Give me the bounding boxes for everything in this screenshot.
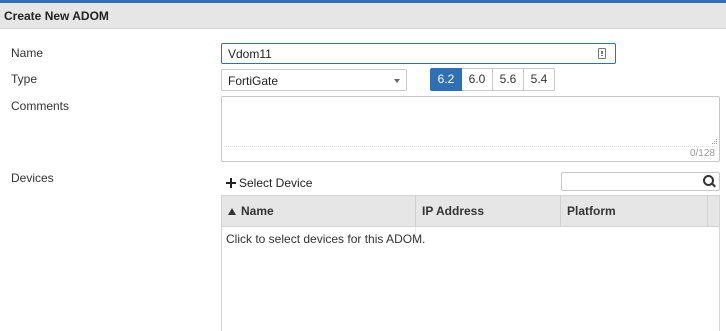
comments-divider <box>224 146 717 147</box>
device-search-input[interactable] <box>561 172 720 191</box>
chevron-down-icon[interactable] <box>394 79 400 83</box>
version-toggle-group: 6.2 6.0 5.6 5.4 <box>430 68 555 91</box>
resize-grip-icon[interactable] <box>711 138 717 144</box>
devices-label: Devices <box>11 171 54 185</box>
column-header-ip-address[interactable]: IP Address <box>416 196 561 226</box>
comments-textarea[interactable]: 0/128 <box>221 96 720 162</box>
type-label: Type <box>11 72 38 86</box>
name-label: Name <box>11 46 44 60</box>
column-header-platform[interactable]: Platform <box>561 196 708 226</box>
name-input-value[interactable]: Vdom11 <box>228 47 272 61</box>
keyboard-icon[interactable] <box>598 48 606 59</box>
devices-table: Name IP Address Platform Click to select… <box>221 195 720 331</box>
dialog-title: Create New ADOM <box>4 9 109 23</box>
select-device-label[interactable]: Select Device <box>239 176 312 190</box>
dialog-header: Create New ADOM <box>0 3 726 29</box>
type-select[interactable]: FortiGate <box>221 69 407 91</box>
name-input[interactable]: Vdom11 <box>221 43 616 64</box>
devices-table-header: Name IP Address Platform <box>222 196 719 227</box>
version-button-6-0[interactable]: 6.0 <box>461 68 493 91</box>
sort-ascending-icon[interactable] <box>228 208 236 215</box>
plus-icon[interactable] <box>226 178 236 188</box>
version-button-6-2[interactable]: 6.2 <box>430 68 462 91</box>
type-select-value[interactable]: FortiGate <box>228 74 278 88</box>
select-device-button[interactable]: Select Device <box>226 176 312 190</box>
version-button-5-6[interactable]: 5.6 <box>492 68 524 91</box>
comments-char-counter: 0/128 <box>689 148 715 159</box>
version-button-5-4[interactable]: 5.4 <box>523 68 555 91</box>
search-icon[interactable] <box>703 175 716 188</box>
column-header-name[interactable]: Name <box>222 196 416 226</box>
empty-table-message[interactable]: Click to select devices for this ADOM. <box>226 232 425 246</box>
comments-label: Comments <box>11 99 70 113</box>
